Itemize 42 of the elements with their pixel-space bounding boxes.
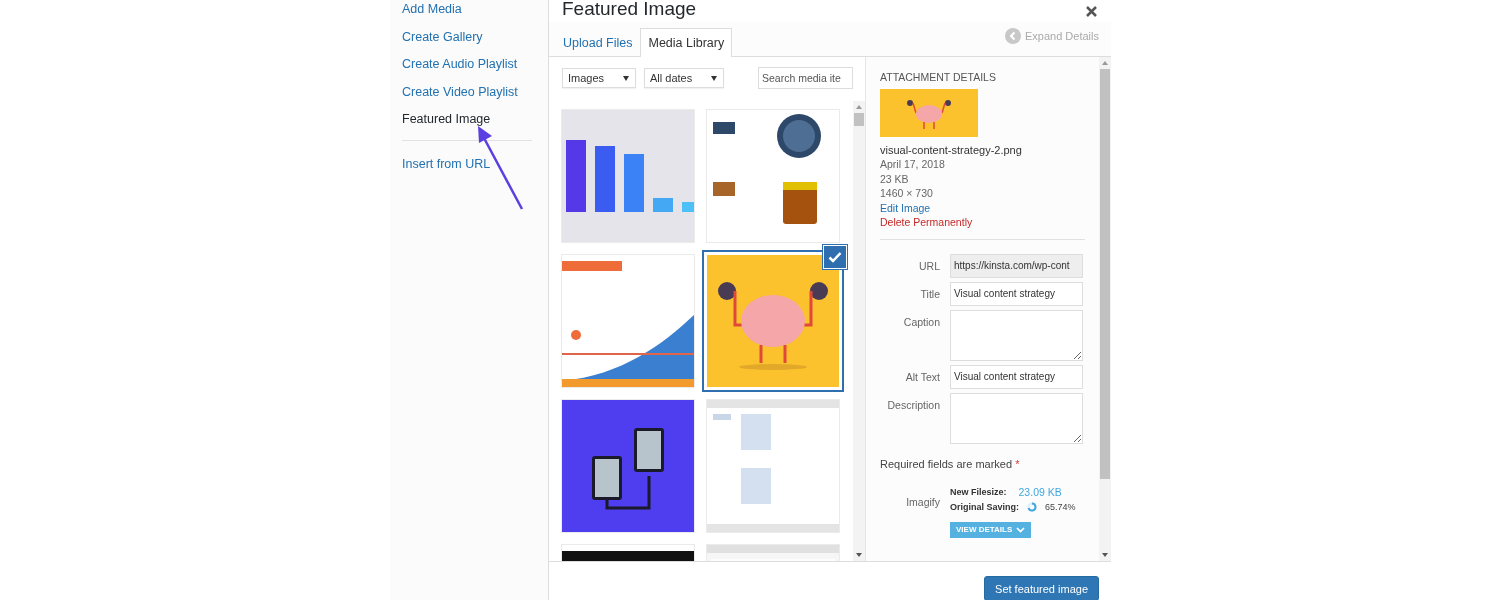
stat-label: Original Saving: — [950, 501, 1019, 512]
file-size: 23 KB — [880, 171, 910, 186]
modal-title: Featured Image — [562, 0, 697, 20]
field-label: Description — [886, 397, 940, 413]
scrollbar[interactable] — [1099, 57, 1111, 561]
tab[interactable]: Upload Files — [555, 28, 641, 57]
sidebar-item[interactable]: Add Media — [402, 2, 462, 16]
input-field[interactable]: Visual content strategy — [950, 364, 1083, 389]
checkmark-icon[interactable] — [823, 245, 847, 269]
section-heading: ATTACHMENT DETAILS — [880, 71, 997, 83]
stat-label: New Filesize: — [950, 486, 1007, 497]
field-label: Imagify — [905, 494, 940, 510]
sidebar-item[interactable]: Create Gallery — [402, 29, 483, 44]
progress-ring-icon — [1027, 501, 1037, 512]
chevron-down-icon — [1016, 526, 1026, 533]
sidebar-item[interactable]: Create Video Playlist — [402, 84, 518, 99]
field-label: URL — [918, 258, 940, 274]
upload-date: April 17, 2018 — [880, 157, 946, 172]
close-icon[interactable] — [1086, 5, 1097, 17]
sidebar-item[interactable]: Create Audio Playlist — [402, 57, 518, 71]
input-field[interactable]: Visual content strategy — [950, 281, 1083, 306]
edit-image-link[interactable]: Edit Image — [880, 200, 1085, 215]
set-featured-image-button[interactable]: Set featured image — [984, 576, 1099, 600]
scrollbar[interactable] — [853, 101, 865, 561]
required-note: Required fields are marked — [880, 457, 1013, 470]
field-label: Caption — [902, 314, 940, 330]
type-filter-dropdown[interactable]: Images — [562, 68, 636, 88]
delete-link[interactable]: Delete Permanently — [880, 215, 1085, 230]
stat-value: 65.74% — [1045, 501, 1076, 512]
required-mark: * — [1015, 457, 1020, 470]
sidebar-item[interactable]: Insert from URL — [402, 156, 491, 171]
field-label: Title — [919, 286, 940, 302]
image-dimensions: 1460 × 730 — [880, 186, 934, 201]
date-filter-dropdown[interactable]: All dates — [644, 68, 724, 88]
sidebar-item[interactable]: Featured Image — [402, 112, 491, 126]
input-field[interactable]: https://kinsta.com/wp-cont — [950, 253, 1083, 278]
chevron-left-icon — [1005, 28, 1021, 44]
search-field[interactable]: Search media ite — [758, 67, 853, 89]
tab[interactable]: Media Library — [640, 28, 733, 57]
file-name: visual-content-strategy-2.png — [880, 143, 1023, 157]
field-label: Alt Text — [904, 369, 940, 385]
stat-value: 23.09 KB — [1018, 485, 1062, 498]
